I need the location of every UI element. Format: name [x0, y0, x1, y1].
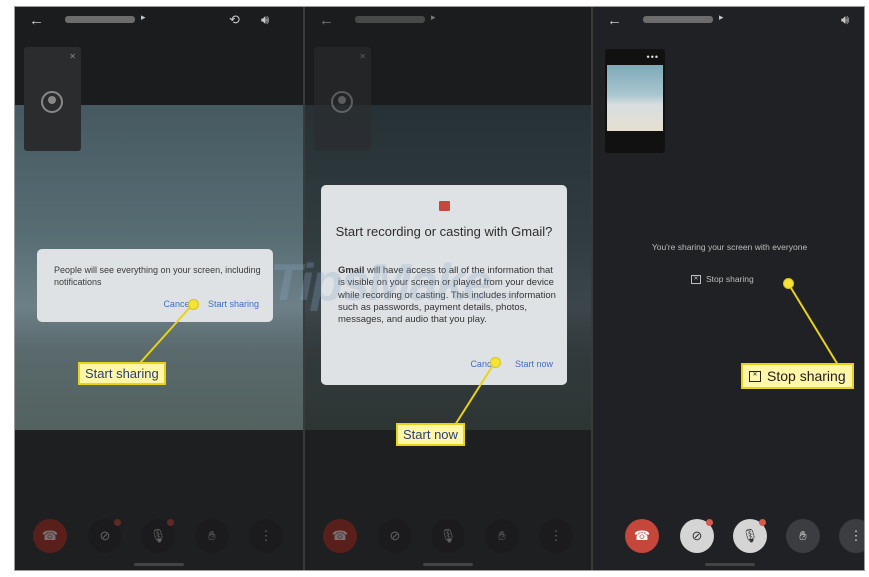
mic-off-icon[interactable]: 🎙︎ [733, 519, 767, 553]
sharing-status-text: You're sharing your screen with everyone [651, 242, 808, 252]
meeting-name-redacted [355, 16, 425, 23]
camera-off-icon[interactable]: ⊘ [88, 519, 122, 553]
more-vertical-icon[interactable]: ⋮ [539, 519, 573, 553]
raise-hand-icon[interactable]: ✋︎ [485, 519, 519, 553]
mic-off-icon: ✕ [359, 52, 366, 61]
dialog-title: Start recording or casting with Gmail? [335, 224, 553, 239]
start-sharing-button[interactable]: Start sharing [208, 299, 259, 309]
call-controls: ☎ ⊘ 🎙︎ ✋︎ ⋮ [593, 519, 864, 555]
call-controls: ☎ ⊘ 🎙︎ ✋︎ ⋮ [15, 519, 303, 555]
mic-off-icon[interactable]: 🎙︎ [141, 519, 175, 553]
mic-off-icon[interactable]: 🎙︎ [431, 519, 465, 553]
self-video-tile: ✕ [24, 47, 81, 151]
top-bar: ← ▸ ⟲ 🔊︎ [15, 7, 303, 37]
end-call-icon[interactable]: ☎ [33, 519, 67, 553]
callout-stop-sharing: ✕ Stop sharing [741, 363, 854, 389]
meeting-name-redacted [643, 16, 713, 23]
watermark: TipsMake.com [270, 254, 523, 312]
callout-start-now: Start now [396, 423, 465, 446]
more-horizontal-icon[interactable]: ••• [647, 52, 659, 62]
stop-screen-icon: ✕ [691, 274, 701, 284]
panel-stop-sharing: ← ▸ 🔊︎ ••• You're sharing your screen wi… [593, 7, 864, 570]
callout-start-sharing: Start sharing [78, 362, 166, 385]
chevron-right-icon[interactable]: ▸ [431, 12, 436, 23]
self-video-tile: ✕ [314, 47, 371, 151]
back-arrow-icon[interactable]: ← [319, 12, 334, 29]
pointer-dot [783, 278, 794, 289]
avatar [41, 91, 63, 113]
dialog-message: People will see everything on your scree… [54, 265, 261, 287]
meeting-name-redacted [65, 16, 135, 23]
camera-off-icon[interactable]: ⊘ [680, 519, 714, 553]
back-arrow-icon[interactable]: ← [29, 12, 44, 29]
screen-share-dialog: People will see everything on your scree… [37, 249, 273, 322]
home-indicator [704, 563, 755, 566]
chevron-right-icon[interactable]: ▸ [719, 12, 724, 23]
raise-hand-icon[interactable]: ✋︎ [786, 519, 820, 553]
pointer-dot [188, 299, 199, 310]
camera-switch-icon[interactable]: ⟲ [229, 12, 240, 28]
end-call-icon[interactable]: ☎ [323, 519, 357, 553]
cast-icon [439, 201, 450, 211]
back-arrow-icon[interactable]: ← [607, 12, 622, 29]
end-call-icon[interactable]: ☎ [625, 519, 659, 553]
start-now-button[interactable]: Start now [515, 359, 553, 369]
stop-sharing-button[interactable]: ✕ Stop sharing [691, 274, 754, 284]
top-bar: ← ▸ [305, 7, 591, 37]
more-vertical-icon[interactable]: ⋮ [839, 519, 864, 553]
raise-hand-icon[interactable]: ✋︎ [195, 519, 229, 553]
top-bar: ← ▸ 🔊︎ [593, 7, 864, 37]
home-indicator [134, 563, 184, 566]
call-controls: ☎ ⊘ 🎙︎ ✋︎ ⋮ [305, 519, 591, 555]
more-vertical-icon[interactable]: ⋮ [249, 519, 283, 553]
camera-off-icon[interactable]: ⊘ [378, 519, 412, 553]
shared-screen-preview[interactable]: ••• [605, 49, 665, 153]
stop-screen-icon: ✕ [749, 370, 761, 382]
mic-off-icon: ✕ [69, 52, 76, 61]
pointer-dot [490, 357, 501, 368]
beach-thumbnail [607, 65, 663, 131]
speaker-icon[interactable]: 🔊︎ [261, 12, 269, 28]
speaker-icon[interactable]: 🔊︎ [841, 12, 849, 28]
panel-start-sharing: ← ▸ ⟲ 🔊︎ ✕ People will see everything on… [15, 7, 303, 570]
home-indicator [423, 563, 473, 566]
avatar [331, 91, 353, 113]
chevron-right-icon[interactable]: ▸ [141, 12, 146, 23]
